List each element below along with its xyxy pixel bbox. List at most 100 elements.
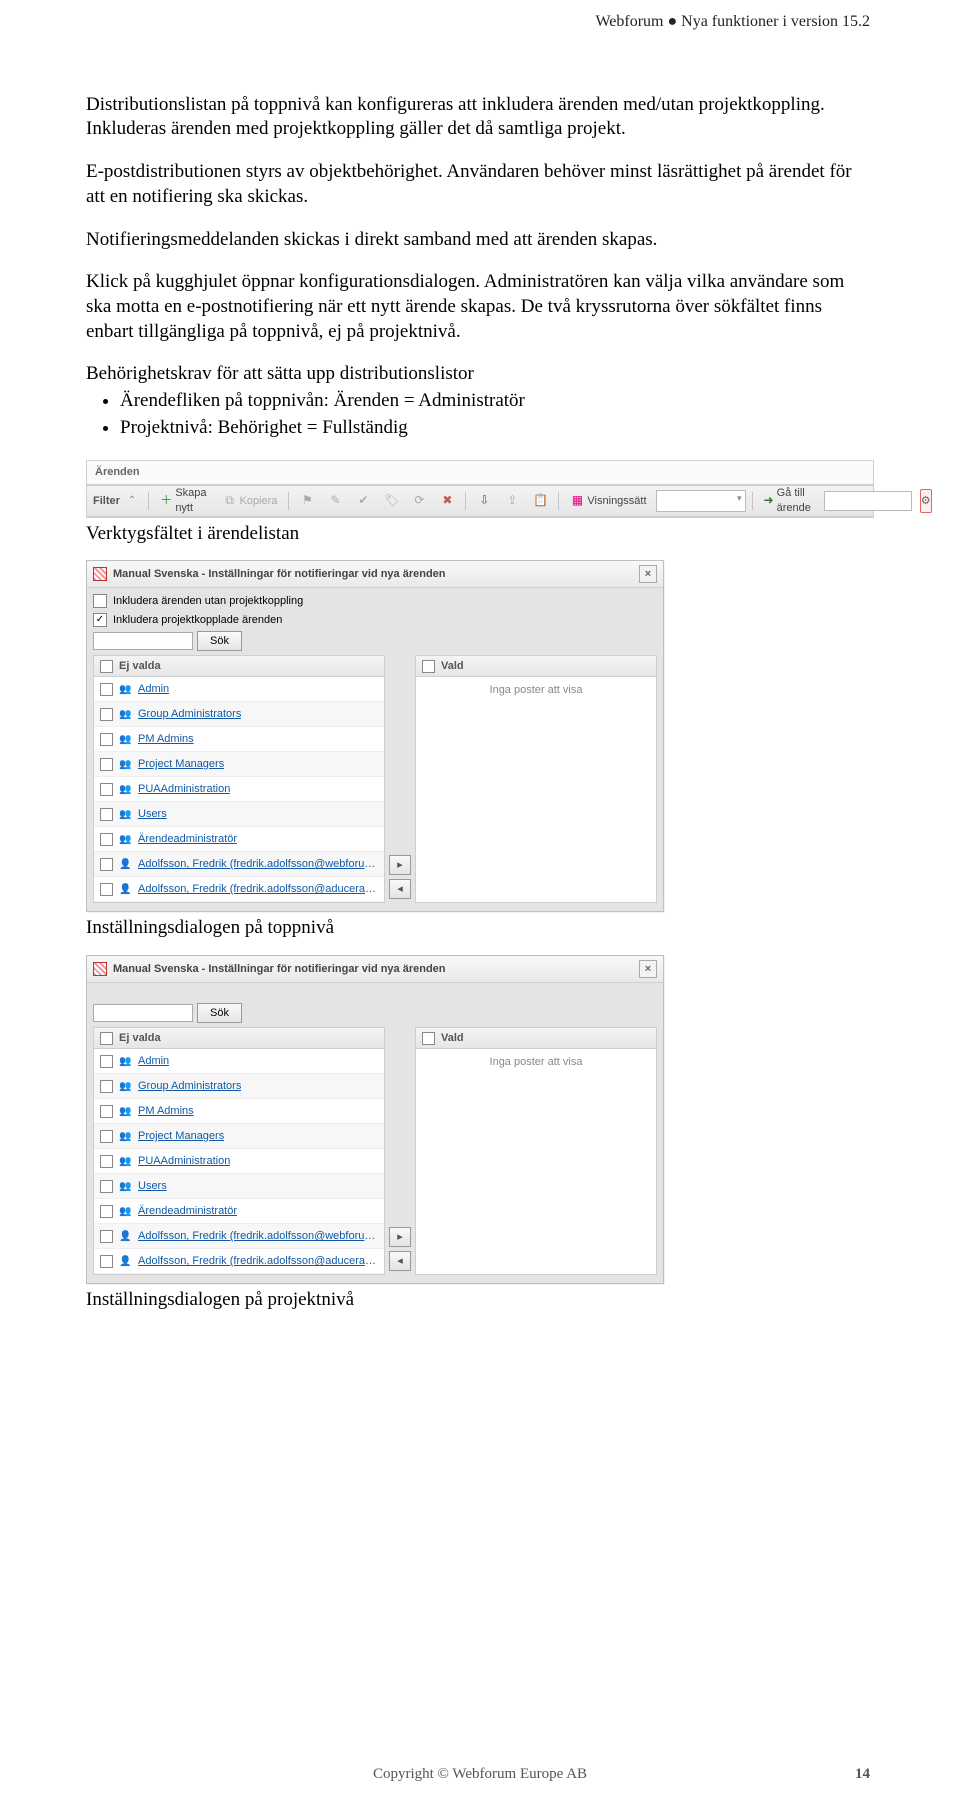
search-button[interactable]: Sök (197, 1003, 242, 1023)
toolbar-screenshot: Ärenden Filter ⌃ ＋ Skapa nytt ⧉ Kopiera … (86, 460, 874, 517)
row-checkbox[interactable] (100, 783, 113, 796)
list-item[interactable]: 👥Group Administrators (94, 1074, 384, 1099)
goto-input[interactable] (824, 491, 912, 511)
available-list: 👥Admin👥Group Administrators👥PM Admins👥Pr… (94, 677, 384, 902)
list-item[interactable]: 👥Users (94, 1174, 384, 1199)
select-all-left[interactable] (100, 1032, 113, 1045)
viewmode-button[interactable]: ▦ Visningssätt (565, 487, 651, 515)
delete-button[interactable]: ✖ (435, 487, 459, 515)
edit-button[interactable]: ✎ (323, 487, 347, 515)
list-item[interactable]: 👤Adolfsson, Fredrik (fredrik.adolfsson@w… (94, 852, 384, 877)
list-item[interactable]: 👥Ärendeadministratör (94, 1199, 384, 1224)
copy-button[interactable]: ⧉ Kopiera (218, 487, 283, 515)
list-item[interactable]: 👥PUAAdministration (94, 1149, 384, 1174)
group-icon: 👥 (119, 1131, 132, 1142)
row-checkbox[interactable] (100, 1230, 113, 1243)
selected-column: Vald Inga poster att visa (415, 1027, 657, 1275)
goto-icon: ➜ (764, 494, 774, 508)
select-all-right[interactable] (422, 660, 435, 673)
selected-column: Vald Inga poster att visa (415, 655, 657, 903)
row-checkbox[interactable] (100, 708, 113, 721)
group-icon: 👥 (119, 1206, 132, 1217)
row-checkbox[interactable] (100, 1155, 113, 1168)
row-checkbox[interactable] (100, 758, 113, 771)
row-checkbox[interactable] (100, 833, 113, 846)
copy-label: Kopiera (240, 494, 278, 508)
select-all-right[interactable] (422, 1032, 435, 1045)
row-checkbox[interactable] (100, 858, 113, 871)
move-right-button[interactable]: ▸ (389, 1227, 411, 1247)
chevron-up-icon[interactable]: ⌃ (128, 494, 136, 507)
goto-button[interactable]: ➜ Gå till ärende (759, 487, 820, 515)
select-all-left[interactable] (100, 660, 113, 673)
move-right-button[interactable]: ▸ (389, 855, 411, 875)
row-checkbox[interactable] (100, 1255, 113, 1268)
paragraph-1: Distributionslistan på toppnivå kan konf… (86, 93, 874, 142)
check-icon: ✔ (356, 494, 370, 508)
search-button[interactable]: Sök (197, 631, 242, 651)
caption-2: Inställningsdialogen på toppnivå (86, 916, 874, 941)
row-checkbox[interactable] (100, 683, 113, 696)
list-item[interactable]: 👥Admin (94, 1049, 384, 1074)
paragraph-2: E-postdistributionen styrs av objektbehö… (86, 160, 874, 209)
caption-1: Verktygsfältet i ärendelistan (86, 522, 874, 547)
row-checkbox[interactable] (100, 733, 113, 746)
list-item[interactable]: 👤Adolfsson, Fredrik (fredrik.adolfsson@a… (94, 1249, 384, 1274)
list-item[interactable]: 👤Adolfsson, Fredrik (fredrik.adolfsson@a… (94, 877, 384, 902)
list-item[interactable]: 👥Users (94, 802, 384, 827)
group-icon: 👥 (119, 759, 132, 770)
export-button[interactable]: ⇩ (472, 487, 496, 515)
list-item: Ärendefliken på toppnivån: Ärenden = Adm… (120, 389, 874, 414)
list-item[interactable]: 👥Project Managers (94, 752, 384, 777)
row-checkbox[interactable] (100, 1130, 113, 1143)
viewmode-dropdown[interactable] (656, 490, 746, 512)
tag-icon: 🏷 (384, 494, 398, 508)
list-item[interactable]: 👥Group Administrators (94, 702, 384, 727)
search-input[interactable] (93, 632, 193, 650)
move-left-button[interactable]: ◂ (389, 879, 411, 899)
plus-icon: ＋ (160, 494, 172, 508)
close-button[interactable]: × (639, 565, 657, 583)
flag-button[interactable]: ⚑ (295, 487, 319, 515)
list-item[interactable]: 👥Project Managers (94, 1124, 384, 1149)
tab-arenden[interactable]: Ärenden (87, 461, 873, 484)
refresh-button[interactable]: ⟳ (407, 487, 431, 515)
row-label: Ärendeadministratör (138, 832, 237, 846)
page-number: 14 (855, 1765, 870, 1785)
row-checkbox[interactable] (100, 883, 113, 896)
checkbox-with-project[interactable]: ✓ (93, 613, 107, 627)
row-checkbox[interactable] (100, 808, 113, 821)
row-checkbox[interactable] (100, 1080, 113, 1093)
row-checkbox[interactable] (100, 1205, 113, 1218)
list-item[interactable]: 👥Admin (94, 677, 384, 702)
paragraph-4: Klick på kugghjulet öppnar konfiguration… (86, 270, 874, 344)
row-checkbox[interactable] (100, 1055, 113, 1068)
row-label: Adolfsson, Fredrik (fredrik.adolfsson@we… (138, 857, 378, 871)
clipboard-button[interactable]: 📋 (528, 487, 552, 515)
close-button[interactable]: × (639, 960, 657, 978)
search-input[interactable] (93, 1004, 193, 1022)
list-item[interactable]: 👥PM Admins (94, 1099, 384, 1124)
checkbox-with-project-label: Inkludera projektkopplade ärenden (113, 613, 282, 627)
list-item[interactable]: 👥Ärendeadministratör (94, 827, 384, 852)
list-item[interactable]: 👤Adolfsson, Fredrik (fredrik.adolfsson@w… (94, 1224, 384, 1249)
row-checkbox[interactable] (100, 1105, 113, 1118)
copy-icon: ⧉ (223, 494, 237, 508)
goto-label: Gå till ärende (777, 486, 815, 515)
tag-button[interactable]: 🏷 (379, 487, 403, 515)
trash-icon: ✖ (440, 494, 454, 508)
create-button[interactable]: ＋ Skapa nytt (155, 487, 213, 515)
list-item[interactable]: 👥PUAAdministration (94, 777, 384, 802)
check-button[interactable]: ✔ (351, 487, 375, 515)
row-checkbox[interactable] (100, 1180, 113, 1193)
flag-icon: ⚑ (300, 494, 314, 508)
move-left-button[interactable]: ◂ (389, 1251, 411, 1271)
checkbox-no-project[interactable] (93, 594, 107, 608)
import-button[interactable]: ⇪ (500, 487, 524, 515)
close-icon: × (645, 962, 651, 976)
footer-copyright: Copyright © Webforum Europe AB (373, 1766, 587, 1782)
list-item[interactable]: 👥PM Admins (94, 727, 384, 752)
row-label: Users (138, 1179, 167, 1193)
dialog-icon (93, 962, 107, 976)
settings-button[interactable]: ⚙ (920, 489, 932, 513)
